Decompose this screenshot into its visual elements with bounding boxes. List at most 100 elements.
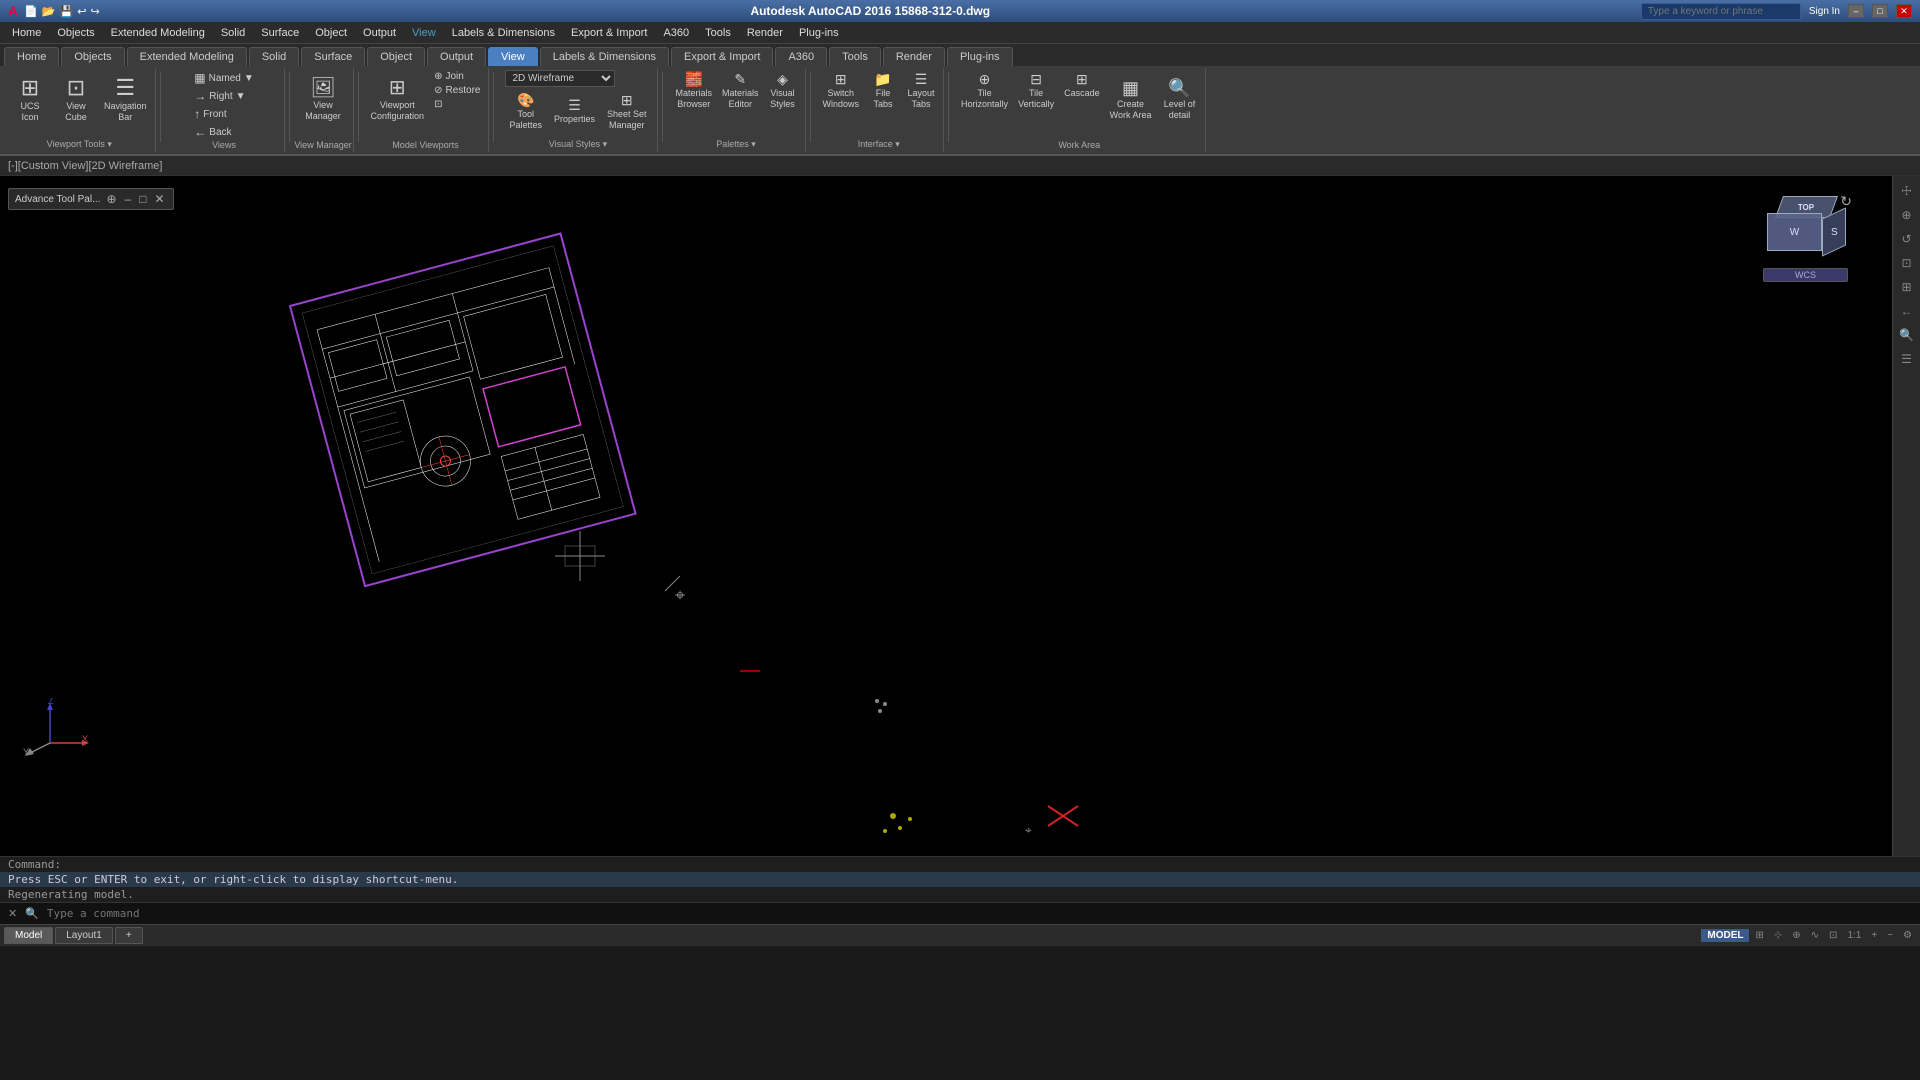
drawing-canvas[interactable]: ⌖ ⌖ <box>0 176 1892 856</box>
zoom-previous-icon[interactable]: ← <box>1896 300 1918 322</box>
group-palettes-label[interactable]: Palettes ▾ <box>667 139 804 150</box>
tab-surface[interactable]: Surface <box>301 47 365 66</box>
zoom-in-button[interactable]: + <box>1867 930 1881 941</box>
tab-output[interactable]: Output <box>427 47 486 66</box>
menu-a360[interactable]: A360 <box>655 25 697 41</box>
named-vp-button[interactable]: ⊡ <box>430 98 484 111</box>
minimize-button[interactable]: – <box>1848 4 1864 18</box>
viewcube-front[interactable]: W <box>1767 213 1822 251</box>
zoom-icon[interactable]: ⊕ <box>1896 204 1918 226</box>
file-tabs-button[interactable]: 📁 FileTabs <box>865 70 901 112</box>
view-manager-button[interactable]: 🖼 ViewManager <box>301 70 345 130</box>
tool-palettes-button[interactable]: 🎨 ToolPalettes <box>505 91 546 133</box>
menu-labels-dimensions[interactable]: Labels & Dimensions <box>444 25 563 41</box>
app-logo-icon[interactable]: A <box>8 3 18 19</box>
tile-vertically-button[interactable]: ⊟ TileVertically <box>1014 70 1058 112</box>
menu-output[interactable]: Output <box>355 25 404 41</box>
menu-render[interactable]: Render <box>739 25 791 41</box>
tab-plugins[interactable]: Plug-ins <box>947 47 1013 66</box>
back-view-button[interactable]: ← Back <box>190 124 235 140</box>
osnap-toggle[interactable]: ⊡ <box>1825 930 1841 941</box>
tab-a360[interactable]: A360 <box>775 47 827 66</box>
layout-tabs-button[interactable]: ☰ LayoutTabs <box>903 70 939 112</box>
front-view-button[interactable]: ↑ Front <box>190 106 230 122</box>
close-command-button[interactable]: ✕ <box>8 907 17 920</box>
command-search-icon[interactable]: 🔍 <box>25 907 39 920</box>
level-of-detail-button[interactable]: 🔍 Level ofdetail <box>1157 70 1201 130</box>
zoom-realtime-icon[interactable]: 🔍 <box>1896 324 1918 346</box>
menu-plugins[interactable]: Plug-ins <box>791 25 847 41</box>
settings-icon[interactable]: ⚙ <box>1899 930 1916 941</box>
canvas-area[interactable]: Advance Tool Pal... ⊕ – □ ✕ <box>0 176 1892 856</box>
right-dropdown-arrow[interactable]: ▼ <box>236 91 246 102</box>
save-icon[interactable]: 💾 <box>60 5 74 18</box>
menu-solid[interactable]: Solid <box>213 25 253 41</box>
open-icon[interactable]: 📂 <box>42 5 56 18</box>
visual-styles-palette-button[interactable]: ◈ VisualStyles <box>765 70 801 112</box>
zoom-out-button[interactable]: − <box>1883 930 1897 941</box>
materials-browser-button[interactable]: 🧱 MaterialsBrowser <box>671 70 716 112</box>
zoom-window-icon[interactable]: ⊞ <box>1896 276 1918 298</box>
menu-view[interactable]: View <box>404 25 444 41</box>
tab-object[interactable]: Object <box>367 47 425 66</box>
menu-export-import[interactable]: Export & Import <box>563 25 655 41</box>
tab-home[interactable]: Home <box>4 47 59 66</box>
view-cube-button[interactable]: ⊡ ViewCube <box>54 70 98 130</box>
new-icon[interactable]: 📄 <box>24 5 38 18</box>
group-interface-label[interactable]: Interface ▾ <box>815 139 944 150</box>
viewcube[interactable]: TOP W S ↻ WCS <box>1763 191 1848 282</box>
layout1-tab[interactable]: Layout1 <box>55 927 113 944</box>
menu-home[interactable]: Home <box>4 25 49 41</box>
switch-windows-button[interactable]: ⊞ SwitchWindows <box>819 70 864 112</box>
named-view-button[interactable]: ▦ Named ▼ <box>190 70 258 86</box>
materials-editor-button[interactable]: ✎ MaterialsEditor <box>718 70 763 112</box>
add-layout-button[interactable]: + <box>115 927 143 944</box>
menu-tools[interactable]: Tools <box>697 25 739 41</box>
pan-icon[interactable]: ☩ <box>1896 180 1918 202</box>
cascade-button[interactable]: ⊞ Cascade <box>1060 70 1104 101</box>
visual-style-dropdown[interactable]: 2D Wireframe 3D Wireframe Conceptual Rea… <box>505 70 615 87</box>
viewport-config-button[interactable]: ⊞ ViewportConfiguration <box>367 70 429 130</box>
tab-objects[interactable]: Objects <box>61 47 124 66</box>
redo-icon[interactable]: ↪ <box>90 5 99 18</box>
zoom-extents-icon[interactable]: ⊡ <box>1896 252 1918 274</box>
ucs-icon-button[interactable]: ⊞ UCSIcon <box>8 70 52 130</box>
snap-toggle[interactable]: ⊹ <box>1770 930 1786 941</box>
orbit-icon[interactable]: ↺ <box>1896 228 1918 250</box>
menu-surface[interactable]: Surface <box>253 25 307 41</box>
navigation-bar-button[interactable]: ☰ NavigationBar <box>100 70 151 130</box>
tab-export[interactable]: Export & Import <box>671 47 773 66</box>
tab-labels[interactable]: Labels & Dimensions <box>540 47 669 66</box>
search-input[interactable] <box>1641 3 1801 20</box>
restore-button[interactable]: ⊘Restore <box>430 84 484 97</box>
tab-render[interactable]: Render <box>883 47 945 66</box>
properties-button[interactable]: ☰ Properties <box>550 91 599 133</box>
menu-objects[interactable]: Objects <box>49 25 102 41</box>
tab-tools[interactable]: Tools <box>829 47 881 66</box>
tab-view[interactable]: View <box>488 47 538 66</box>
sign-in-button[interactable]: Sign In <box>1809 6 1840 17</box>
tile-horizontally-button[interactable]: ⊕ TileHorizontally <box>957 70 1012 112</box>
properties-sidebar-icon[interactable]: ☰ <box>1896 348 1918 370</box>
grid-toggle[interactable]: ⊞ <box>1751 930 1767 941</box>
model-indicator[interactable]: MODEL <box>1701 929 1749 942</box>
maximize-button[interactable]: □ <box>1872 4 1888 18</box>
command-input[interactable] <box>47 907 1912 920</box>
menu-extended-modeling[interactable]: Extended Modeling <box>103 25 213 41</box>
group-viewport-tools-label[interactable]: Viewport Tools ▾ <box>4 139 155 150</box>
close-button[interactable]: ✕ <box>1896 4 1912 18</box>
viewcube-rotate-icon[interactable]: ↻ <box>1840 193 1852 210</box>
undo-icon[interactable]: ↩ <box>77 5 86 18</box>
ortho-toggle[interactable]: ⊕ <box>1788 930 1804 941</box>
named-dropdown-arrow[interactable]: ▼ <box>244 73 254 84</box>
tab-solid[interactable]: Solid <box>249 47 299 66</box>
join-button[interactable]: ⊕Join <box>430 70 484 83</box>
tab-extended-modeling[interactable]: Extended Modeling <box>127 47 247 66</box>
model-tab[interactable]: Model <box>4 927 53 944</box>
polar-toggle[interactable]: ∿ <box>1807 930 1823 941</box>
create-work-area-button[interactable]: ▦ CreateWork Area <box>1106 70 1156 130</box>
sheet-set-manager-button[interactable]: ⊞ Sheet SetManager <box>603 91 651 133</box>
group-visual-styles-label[interactable]: Visual Styles ▾ <box>498 139 657 150</box>
wcs-badge[interactable]: WCS <box>1763 268 1848 282</box>
right-view-button[interactable]: → Right ▼ <box>190 88 249 104</box>
